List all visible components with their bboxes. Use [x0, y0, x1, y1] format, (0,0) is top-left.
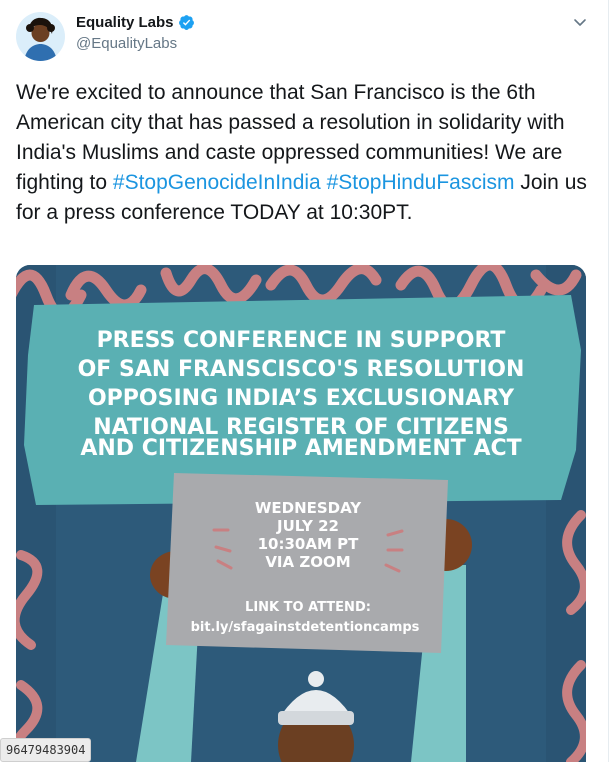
chevron-down-icon[interactable]: [572, 14, 588, 30]
author-avatar[interactable]: [16, 12, 65, 61]
press-conference-poster: PRESS CONFERENCE IN SUPPORT OF SAN FRANS…: [16, 265, 586, 762]
headline-line: OF SAN FRANSCISCO'S RESOLUTION: [78, 357, 525, 382]
tweet-text: We're excited to announce that San Franc…: [16, 78, 596, 228]
headline-text: PRESS CONFERENCE IN SUPPORT OF SAN FRANS…: [78, 328, 525, 461]
tweet-media-image[interactable]: PRESS CONFERENCE IN SUPPORT OF SAN FRANS…: [16, 265, 586, 762]
beanie-brim: [278, 711, 354, 725]
headline-line: PRESS CONFERENCE IN SUPPORT: [97, 328, 506, 353]
sign-link-url: bit.ly/sfagainstdetentioncamps: [191, 620, 420, 635]
headline-line: AND CITIZENSHIP AMENDMENT ACT: [80, 436, 521, 461]
sign-line: WEDNESDAY: [255, 499, 362, 517]
beanie-pom: [308, 671, 324, 687]
author-handle[interactable]: @EqualityLabs: [76, 35, 177, 52]
sign-line: VIA ZOOM: [265, 553, 350, 571]
tweet-card: Equality Labs @EqualityLabs We're excite…: [0, 0, 609, 762]
author-name-row: Equality Labs: [76, 14, 195, 31]
sign-link-label: LINK TO ATTEND:: [245, 600, 371, 615]
id-overlay-label: 96479483904: [0, 738, 92, 762]
hashtag-link[interactable]: #StopHinduFascism: [327, 171, 515, 194]
hashtag-link[interactable]: #StopGenocideInIndia: [113, 171, 321, 194]
verified-badge-icon: [178, 15, 194, 30]
author-name[interactable]: Equality Labs: [76, 14, 174, 31]
sign-line: JULY 22: [276, 517, 339, 535]
headline-line: OPPOSING INDIA’S EXCLUSIONARY: [88, 386, 515, 411]
sign-line: 10:30AM PT: [258, 535, 359, 553]
